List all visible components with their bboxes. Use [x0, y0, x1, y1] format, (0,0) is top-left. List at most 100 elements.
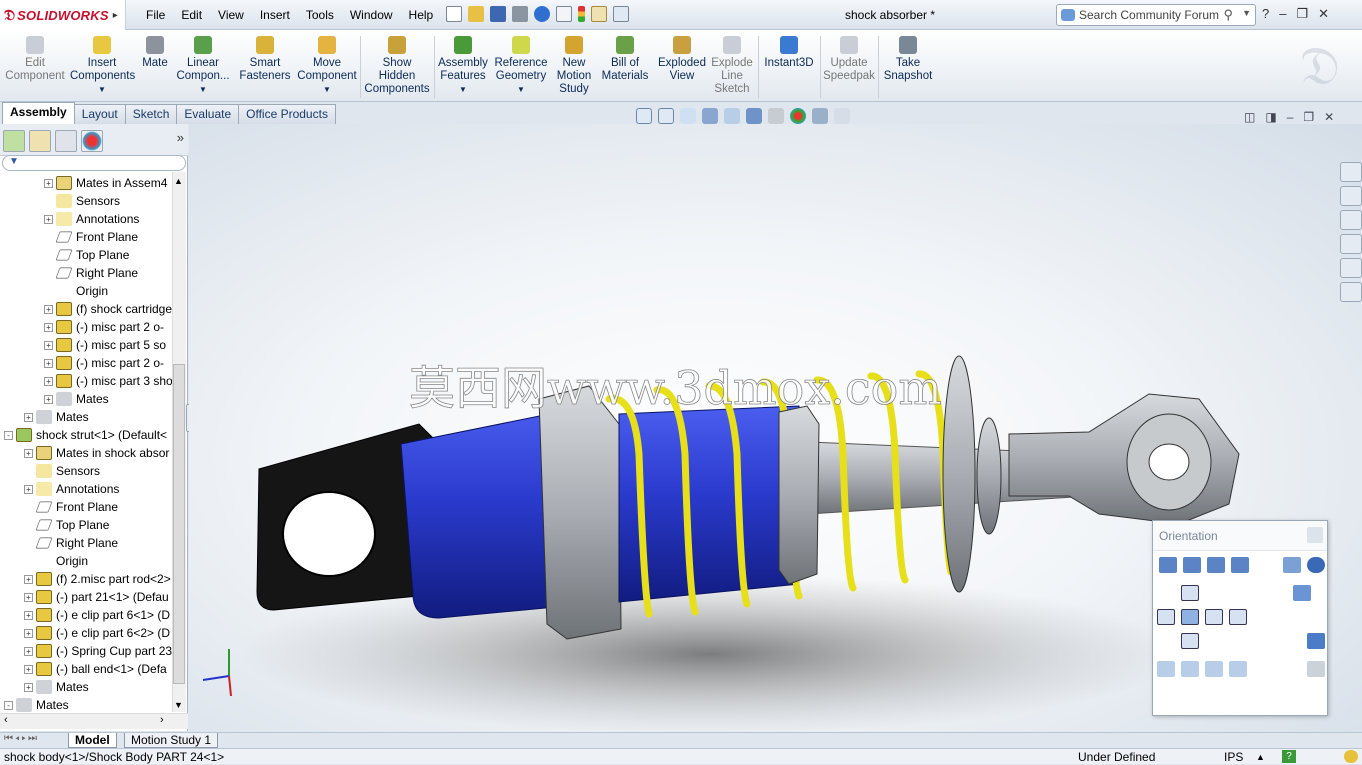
scroll-down-icon[interactable]: ▼: [174, 700, 183, 710]
smart-fasteners-button[interactable]: Smart Fasteners: [238, 36, 292, 83]
tree-item[interactable]: + (-) misc part 2 o-: [44, 318, 164, 336]
menu-insert[interactable]: Insert: [252, 7, 298, 23]
normal-to-icon[interactable]: [1307, 633, 1325, 649]
two-view-horizontal-icon[interactable]: [1181, 661, 1199, 677]
move-component-button[interactable]: Move Component ▼: [296, 36, 358, 96]
tree-expander-icon[interactable]: +: [24, 574, 33, 584]
tree-horizontal-scrollbar[interactable]: ‹ ›: [0, 713, 188, 729]
hex-nut[interactable]: [538, 385, 622, 640]
insert-components-button[interactable]: Insert Components ▼: [70, 36, 135, 96]
assembly-features-button[interactable]: Assembly Features ▼: [438, 36, 488, 96]
section-view-icon[interactable]: [702, 108, 718, 124]
tree-item[interactable]: + (-) misc part 2 o-: [44, 354, 164, 372]
tree-expander-icon[interactable]: +: [44, 376, 53, 386]
tile-right-icon[interactable]: ◨: [1265, 110, 1276, 124]
top-view-icon[interactable]: [1181, 585, 1199, 601]
scroll-right-icon[interactable]: ›: [160, 714, 164, 726]
tree-item[interactable]: + (-) part 21<1> (Defau: [24, 588, 169, 606]
tree-item[interactable]: Sensors: [24, 462, 100, 480]
viewport-close-icon[interactable]: ✕: [1324, 110, 1334, 124]
expand-panel-icon[interactable]: »: [177, 130, 184, 155]
tree-item[interactable]: Top Plane: [24, 516, 109, 534]
tab-office-products[interactable]: Office Products: [238, 104, 336, 124]
menu-help[interactable]: Help: [401, 7, 442, 23]
file-properties-icon[interactable]: [591, 6, 607, 22]
tab-assembly[interactable]: Assembly: [2, 102, 75, 124]
viewport-restore-icon[interactable]: ❐: [1303, 110, 1314, 124]
tree-item[interactable]: + (-) Spring Cup part 23: [24, 642, 172, 660]
tree-expander-icon[interactable]: +: [24, 646, 33, 656]
tree-item[interactable]: + (-) misc part 5 so: [44, 336, 166, 354]
new-view-icon[interactable]: [1159, 557, 1177, 573]
tree-item[interactable]: + Mates in Assem4: [44, 174, 167, 192]
right-view-icon[interactable]: [1205, 609, 1223, 625]
bill-of-materials-button[interactable]: Bill of Materials: [600, 36, 650, 83]
display-style-icon[interactable]: [746, 108, 762, 124]
scroll-up-icon[interactable]: ▲: [174, 176, 183, 186]
view-selector-icon[interactable]: [1283, 557, 1301, 573]
tree-expander-icon[interactable]: +: [24, 592, 33, 602]
print-icon[interactable]: [512, 6, 528, 22]
tree-expander-icon[interactable]: +: [44, 178, 53, 188]
tree-item[interactable]: Front Plane: [24, 498, 118, 516]
help-icon[interactable]: ?: [1262, 6, 1269, 22]
tree-item[interactable]: - Mates: [4, 696, 69, 712]
tree-expander-icon[interactable]: -: [4, 430, 13, 440]
tree-expander-icon[interactable]: +: [44, 358, 53, 368]
view-palette-icon[interactable]: [1340, 234, 1362, 254]
tree-item[interactable]: - shock strut<1> (Default<: [4, 426, 167, 444]
tree-item[interactable]: + Mates: [24, 408, 89, 426]
tree-item[interactable]: Top Plane: [44, 246, 129, 264]
tree-expander-icon[interactable]: +: [24, 628, 33, 638]
left-view-icon[interactable]: [1157, 609, 1175, 625]
view-settings-icon[interactable]: [834, 108, 850, 124]
close-icon[interactable]: ✕: [1318, 6, 1329, 22]
explode-line-sketch-button[interactable]: Explode Line Sketch: [710, 36, 754, 96]
tree-expander-icon[interactable]: +: [24, 682, 33, 692]
lock-nut[interactable]: [778, 405, 820, 585]
select-arrow-icon[interactable]: [556, 6, 572, 22]
tree-item[interactable]: + (-) e clip part 6<2> (D: [24, 624, 170, 642]
units-dropdown-icon[interactable]: ▲: [1256, 749, 1265, 765]
tree-item[interactable]: + (f) shock cartridge: [44, 300, 172, 318]
status-help-icon[interactable]: ?: [1282, 750, 1296, 763]
menu-edit[interactable]: Edit: [173, 7, 210, 23]
tree-filter-input[interactable]: ▼: [2, 155, 186, 171]
linear-component-pattern-button[interactable]: Linear Compon... ▼: [174, 36, 232, 96]
rebuild-traffic-light-icon[interactable]: [578, 6, 585, 22]
previous-view-icon[interactable]: [680, 108, 696, 124]
orientation-close-icon[interactable]: [1307, 527, 1323, 543]
hide-show-items-icon[interactable]: [768, 108, 784, 124]
front-view-icon[interactable]: [1181, 609, 1199, 625]
tree-expander-icon[interactable]: +: [24, 448, 33, 458]
tile-left-icon[interactable]: ◫: [1244, 110, 1255, 124]
menu-view[interactable]: View: [210, 7, 252, 23]
single-view-icon[interactable]: [1157, 661, 1175, 677]
viewport-minimize-icon[interactable]: –: [1287, 110, 1294, 124]
bottom-view-icon[interactable]: [1181, 633, 1199, 649]
tree-item[interactable]: + Mates: [44, 390, 109, 408]
tree-item[interactable]: + (-) e clip part 6<1> (D: [24, 606, 170, 624]
back-view-icon[interactable]: [1229, 609, 1247, 625]
tree-item[interactable]: + (-) ball end<1> (Defa: [24, 660, 167, 678]
four-view-icon[interactable]: [1229, 661, 1247, 677]
tree-expander-icon[interactable]: +: [24, 484, 33, 494]
notification-icon[interactable]: [1344, 750, 1358, 763]
new-document-icon[interactable]: [446, 6, 462, 22]
options-icon[interactable]: [613, 6, 629, 22]
tree-item[interactable]: Origin: [44, 282, 108, 300]
orientation-pin-icon[interactable]: [1307, 557, 1325, 573]
tree-item[interactable]: + Annotations: [24, 480, 119, 498]
tab-motion-study-1[interactable]: Motion Study 1: [124, 733, 219, 748]
reference-geometry-button[interactable]: Reference Geometry ▼: [492, 36, 550, 96]
menu-file[interactable]: File: [138, 7, 173, 23]
undo-icon[interactable]: [534, 6, 550, 22]
search-icon[interactable]: ⚲: [1223, 7, 1233, 23]
tree-expander-icon[interactable]: +: [44, 340, 53, 350]
tree-expander-icon[interactable]: +: [44, 214, 53, 224]
tree-item[interactable]: Origin: [24, 552, 88, 570]
isometric-view-icon[interactable]: [1293, 585, 1311, 601]
design-library-icon[interactable]: [1340, 186, 1362, 206]
two-view-vertical-icon[interactable]: [1205, 661, 1223, 677]
zoom-to-area-icon[interactable]: [658, 108, 674, 124]
